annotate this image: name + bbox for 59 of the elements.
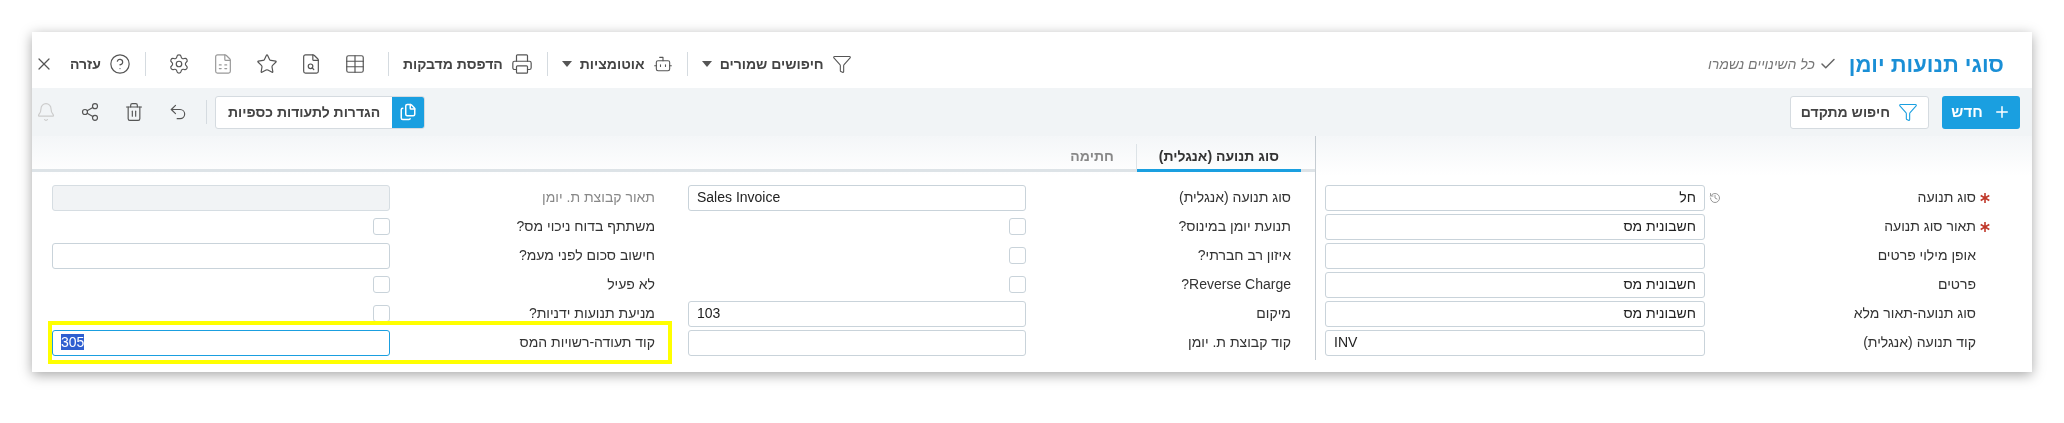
- automations-menu[interactable]: אוטומציות: [561, 53, 673, 75]
- input-field[interactable]: [52, 242, 390, 269]
- table-icon[interactable]: [343, 53, 366, 75]
- input-field[interactable]: INV: [1325, 329, 1705, 356]
- checkbox[interactable]: [373, 218, 390, 235]
- checkbox[interactable]: [1009, 276, 1026, 293]
- help-icon: [108, 53, 131, 75]
- save-status: כל השינויים נשמרו: [1708, 54, 1815, 74]
- input-field[interactable]: 305: [52, 329, 390, 356]
- settings-button[interactable]: הגדרות לתעודות כספיות: [215, 95, 426, 129]
- robot-icon: [652, 54, 673, 74]
- field-label: תאור קבוצת ת. יומן: [541, 188, 655, 207]
- field-label: חישוב סכום לפני מעמ?: [517, 246, 655, 265]
- advanced-search-button[interactable]: חיפוש מתקדם: [1789, 95, 1929, 129]
- field-label: סוג תנועה-תאור מלא: [1853, 304, 1976, 323]
- input-field[interactable]: חשבונית מס: [1325, 271, 1705, 298]
- filter-icon: [1898, 102, 1918, 122]
- input-field[interactable]: חשבונית מס: [1325, 213, 1705, 240]
- field-label: קוד תנועה (אנגלית): [1863, 333, 1976, 352]
- page-title: סוגי תנועות יומן: [1848, 50, 2004, 79]
- tab[interactable]: סוג תנועה (אנגלית): [1136, 144, 1301, 172]
- field-label: משתתף בדוח ניכוי מס?: [515, 217, 655, 236]
- settings-icon[interactable]: [167, 53, 190, 75]
- field-label: אופן מילוי פרטים: [1877, 246, 1976, 265]
- print-labels-button[interactable]: הדפסת מדבקות: [402, 53, 533, 75]
- field-label: סוג תנועה (אנגלית): [1178, 188, 1291, 207]
- bell-icon[interactable]: [36, 102, 56, 122]
- input-field[interactable]: [688, 329, 1026, 356]
- documents-icon: [399, 103, 418, 121]
- checkbox[interactable]: [373, 276, 390, 293]
- checkbox[interactable]: [1009, 218, 1026, 235]
- input-field[interactable]: חל: [1325, 184, 1705, 211]
- trash-icon[interactable]: [124, 102, 144, 122]
- history-icon[interactable]: [1709, 191, 1721, 204]
- field-label: מיקום: [1255, 304, 1291, 323]
- field-label: לא פעיל: [606, 275, 655, 294]
- field-label: תנועת יומן במינוס?: [1177, 217, 1291, 236]
- input-field[interactable]: [1325, 242, 1705, 269]
- checkbox[interactable]: [1009, 247, 1026, 264]
- field-label: איזון רב חברתי?: [1196, 246, 1291, 265]
- filter-icon: [831, 54, 852, 74]
- field-label: קוד קבוצת ת. יומן: [1187, 333, 1291, 352]
- help-button[interactable]: עזרה: [70, 53, 131, 75]
- field-label: תאור סוג תנועה: [1884, 217, 1976, 236]
- saved-searches-menu[interactable]: חיפושים שמורים: [701, 53, 852, 75]
- field-label: פרטים: [1938, 275, 1976, 294]
- printer-icon: [510, 53, 533, 75]
- caret-icon: [561, 61, 572, 67]
- field-label: Reverse Charge?: [1180, 275, 1291, 294]
- field-label: סוג תנועה: [1917, 188, 1976, 207]
- input-field[interactable]: 103: [688, 300, 1026, 327]
- input-field[interactable]: Sales Invoice: [688, 184, 1026, 211]
- star-icon[interactable]: [255, 53, 278, 75]
- field-label: מניעת תנועות ידניות?: [527, 304, 655, 323]
- field-label: קוד תעודה-רשויות המס: [518, 333, 655, 352]
- share-icon[interactable]: [80, 102, 100, 122]
- undo-icon[interactable]: [168, 102, 188, 122]
- input-field[interactable]: חשבונית מס: [1325, 300, 1705, 327]
- caret-icon: [701, 61, 712, 67]
